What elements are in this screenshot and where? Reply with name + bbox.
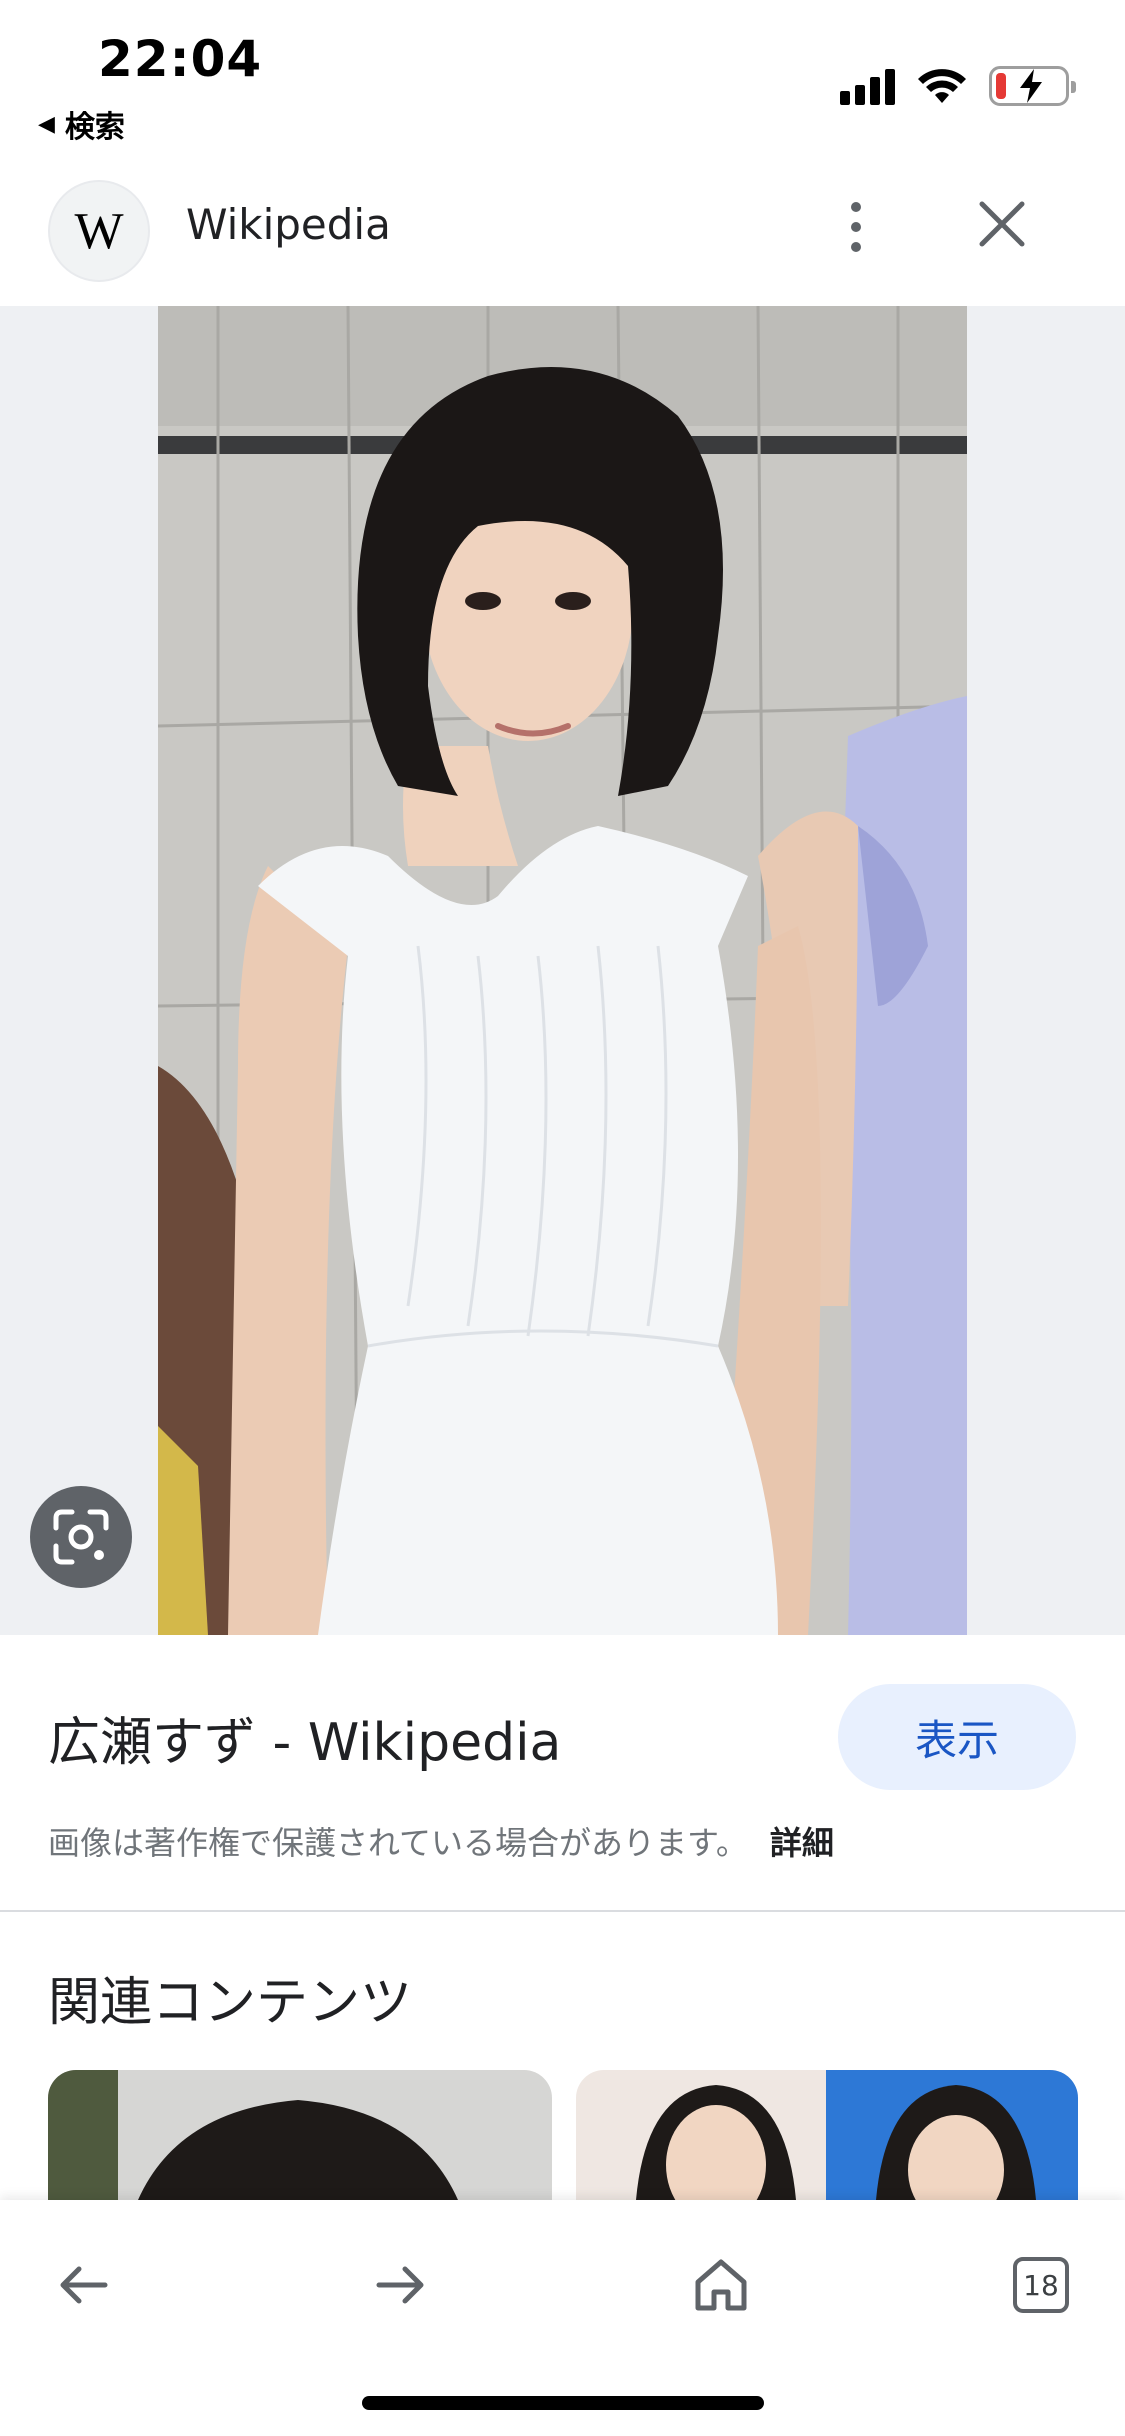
site-header: W Wikipedia [0, 170, 1125, 306]
related-content-title: 関連コンテンツ [48, 1973, 413, 2033]
thumbnail-2-image [576, 2070, 1078, 2200]
tabs-button[interactable]: 18 [996, 2240, 1086, 2330]
arrow-back-icon [60, 2266, 108, 2304]
copyright-notice: 画像は著作権で保護されている場合があります。 詳細 [48, 1818, 834, 1864]
home-button[interactable] [676, 2240, 766, 2330]
related-thumbnail-2[interactable] [576, 2070, 1078, 2200]
more-vert-icon [851, 202, 861, 212]
status-time: 22:04 [98, 30, 263, 88]
wifi-icon [918, 69, 966, 103]
section-divider [0, 1910, 1125, 1912]
back-triangle-icon: ◀ [38, 111, 55, 137]
details-link[interactable]: 詳細 [770, 1818, 834, 1864]
forward-button[interactable] [356, 2240, 446, 2330]
wikipedia-logo[interactable]: W [48, 180, 150, 282]
tabs-count-icon: 18 [1013, 2257, 1069, 2313]
status-icons [840, 66, 1076, 106]
more-options-button[interactable] [836, 192, 876, 262]
home-icon [695, 2259, 747, 2311]
arrow-forward-icon [376, 2266, 424, 2304]
copyright-text: 画像は著作権で保護されている場合があります。 [48, 1824, 748, 1862]
status-bar: 22:04 ◀ 検索 [0, 0, 1125, 170]
wikipedia-logo-letter: W [74, 202, 124, 260]
battery-icon [989, 66, 1076, 106]
image-viewer [0, 306, 1125, 1635]
charging-bolt-icon [1020, 69, 1042, 103]
google-lens-button[interactable] [30, 1486, 132, 1588]
google-lens-icon [53, 1509, 109, 1565]
view-button[interactable]: 表示 [838, 1684, 1076, 1790]
cellular-signal-icon [840, 67, 895, 105]
related-thumbnail-1[interactable] [48, 2070, 552, 2200]
close-button[interactable] [974, 196, 1030, 252]
site-name[interactable]: Wikipedia [186, 200, 391, 249]
photo-illustration [158, 306, 967, 1635]
back-to-search-link[interactable]: ◀ 検索 [38, 102, 125, 146]
battery-level [996, 73, 1006, 99]
close-icon [979, 201, 1025, 247]
back-button[interactable] [38, 2240, 128, 2330]
result-title: 広瀬すず - Wikipedia [48, 1713, 562, 1773]
back-to-search-label: 検索 [64, 110, 125, 145]
result-photo[interactable] [158, 306, 967, 1635]
home-indicator[interactable] [362, 2396, 764, 2410]
thumbnail-1-image [48, 2070, 552, 2200]
